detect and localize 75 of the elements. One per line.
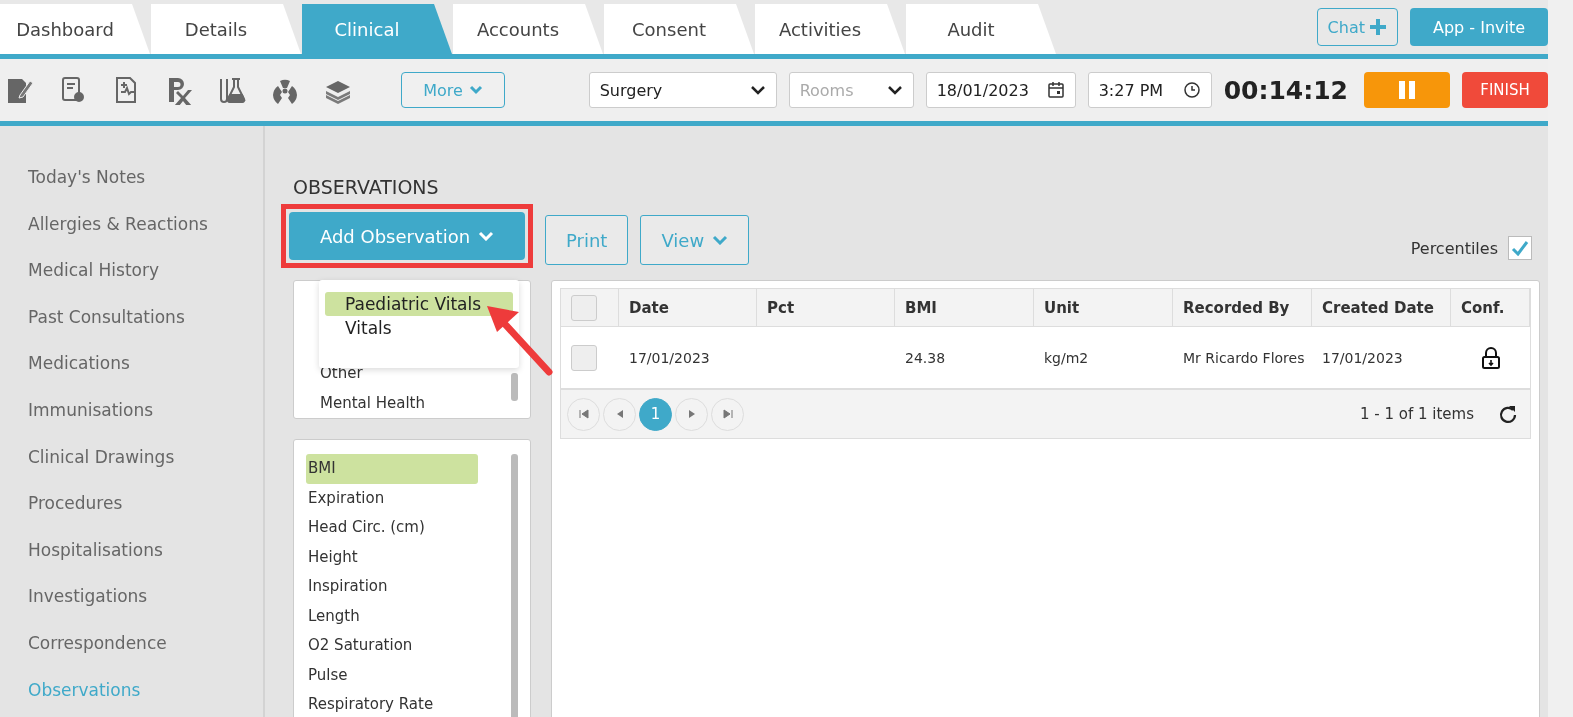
tab[interactable]: Details [151, 4, 301, 54]
list-item[interactable]: Expiration [306, 483, 478, 513]
pause-icon [1397, 81, 1417, 99]
plus-icon [1369, 18, 1387, 36]
finish-button[interactable]: FINISH [1462, 72, 1548, 108]
clock-icon [1182, 81, 1201, 99]
list-item[interactable]: Height [306, 542, 478, 572]
date-field[interactable]: 18/01/2023 [925, 72, 1076, 108]
list-item[interactable]: Mental Health [318, 388, 490, 418]
chevron-down-icon [478, 231, 495, 241]
pager-summary: 1 - 1 of 1 items [1359, 405, 1474, 423]
calendar-icon [1046, 81, 1065, 99]
chevron-down-icon [886, 85, 903, 95]
chevron-down-icon [712, 235, 729, 245]
table-cell: 17/01/2023 [1322, 349, 1403, 366]
next-page-button[interactable] [675, 397, 708, 431]
lab-flask-icon[interactable] [218, 75, 246, 105]
column-header[interactable]: Conf. [1451, 289, 1530, 327]
table-cell: kg/m2 [1044, 349, 1089, 366]
column-header[interactable]: Date [619, 289, 757, 327]
column-header[interactable]: Pct [757, 289, 895, 327]
table-cell: 24.38 [905, 349, 946, 366]
pause-button[interactable] [1364, 72, 1450, 108]
last-page-button[interactable] [711, 397, 744, 431]
triangle-right-icon [686, 409, 697, 419]
sidebar-item[interactable]: Immunisations [0, 386, 263, 434]
first-page-icon [578, 409, 589, 419]
refresh-icon[interactable] [1498, 404, 1518, 424]
certificate-icon[interactable] [59, 75, 87, 105]
menu-item[interactable]: Paediatric Vitals [325, 292, 513, 316]
list-item[interactable]: BMI [306, 454, 478, 484]
list-item[interactable]: Inspiration [306, 572, 478, 602]
previous-page-button[interactable] [603, 397, 636, 431]
sidebar-item[interactable]: Hospitalisations [0, 526, 263, 574]
row-checkbox[interactable] [571, 344, 597, 371]
sidebar-item[interactable]: Procedures [0, 480, 263, 527]
table-cell: Mr Ricardo Flores [1183, 349, 1305, 366]
tab[interactable]: Audit [906, 4, 1056, 54]
first-page-button[interactable] [567, 397, 600, 431]
section-title: OBSERVATIONS [293, 176, 440, 198]
select-all-checkbox[interactable] [571, 294, 597, 321]
scrollbar[interactable] [511, 454, 518, 717]
chevron-down-icon [749, 85, 766, 95]
list-item[interactable]: Length [306, 601, 478, 631]
tab[interactable]: Consent [604, 4, 754, 54]
sidebar-item[interactable]: Medical History [0, 247, 263, 294]
list-item[interactable]: Pulse [306, 660, 478, 690]
tab[interactable]: Activities [755, 4, 905, 54]
scrollbar[interactable] [511, 373, 518, 401]
sidebar-item[interactable]: Medications [0, 340, 263, 387]
last-page-icon [722, 409, 733, 419]
sidebar-item[interactable]: Allergies & Reactions [0, 200, 263, 248]
lock-icon [1480, 346, 1501, 369]
location-select[interactable]: Surgery [588, 72, 777, 108]
table-cell: 17/01/2023 [629, 349, 710, 366]
percentiles-label: Percentiles [1410, 238, 1498, 258]
sidebar-item[interactable]: Today's Notes [0, 154, 263, 201]
column-header[interactable]: BMI [895, 289, 1034, 327]
sidebar-item[interactable]: Investigations [0, 573, 263, 620]
sidebar-item[interactable]: Clinical Drawings [0, 433, 263, 481]
column-header[interactable]: Unit [1034, 289, 1173, 327]
column-header[interactable]: Created Date [1312, 289, 1451, 327]
column-header[interactable]: Recorded By [1173, 289, 1312, 327]
list-item[interactable]: O2 Saturation [306, 631, 478, 661]
tab[interactable]: Accounts [453, 4, 603, 54]
sidebar-item[interactable]: Past Consultations [0, 293, 263, 341]
time-field[interactable]: 3:27 PM [1087, 72, 1212, 108]
list-item[interactable]: Respiratory Rate [306, 690, 478, 717]
menu-item[interactable]: Vitals [325, 316, 402, 340]
chevron-down-icon [468, 85, 483, 95]
tab[interactable]: Dashboard [0, 4, 150, 54]
list-item[interactable]: Head Circ. (cm) [306, 513, 478, 543]
percentiles-checkbox[interactable] [1508, 236, 1532, 260]
timer: 00:14:12 [1223, 75, 1348, 105]
sidebar-item[interactable]: Correspondence [0, 619, 263, 667]
